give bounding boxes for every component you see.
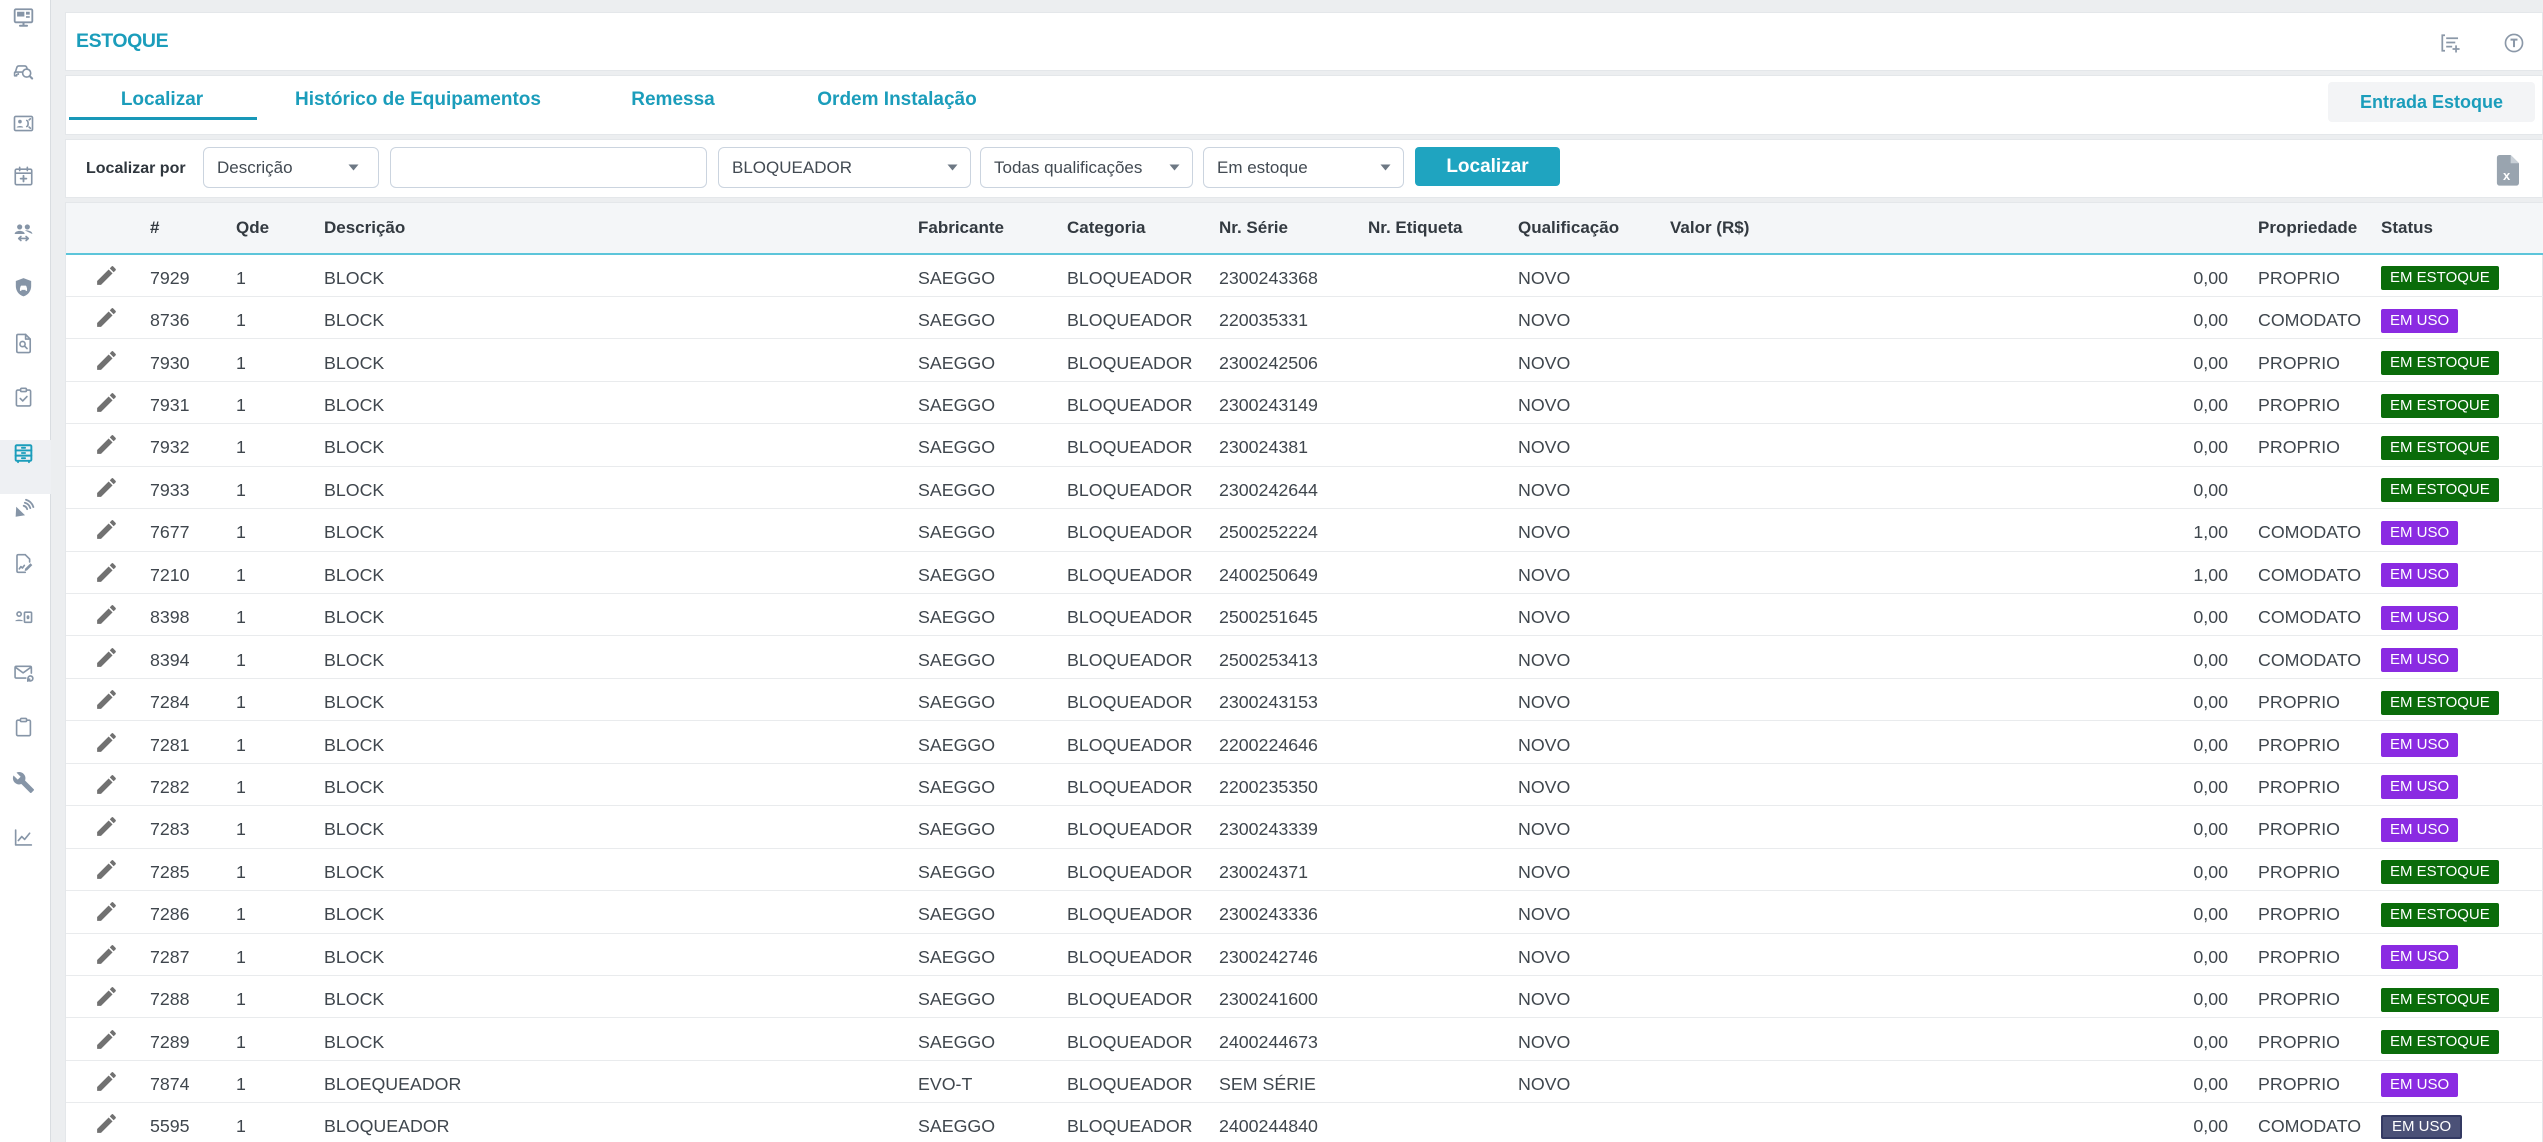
svg-text:x: x [2503, 168, 2511, 183]
